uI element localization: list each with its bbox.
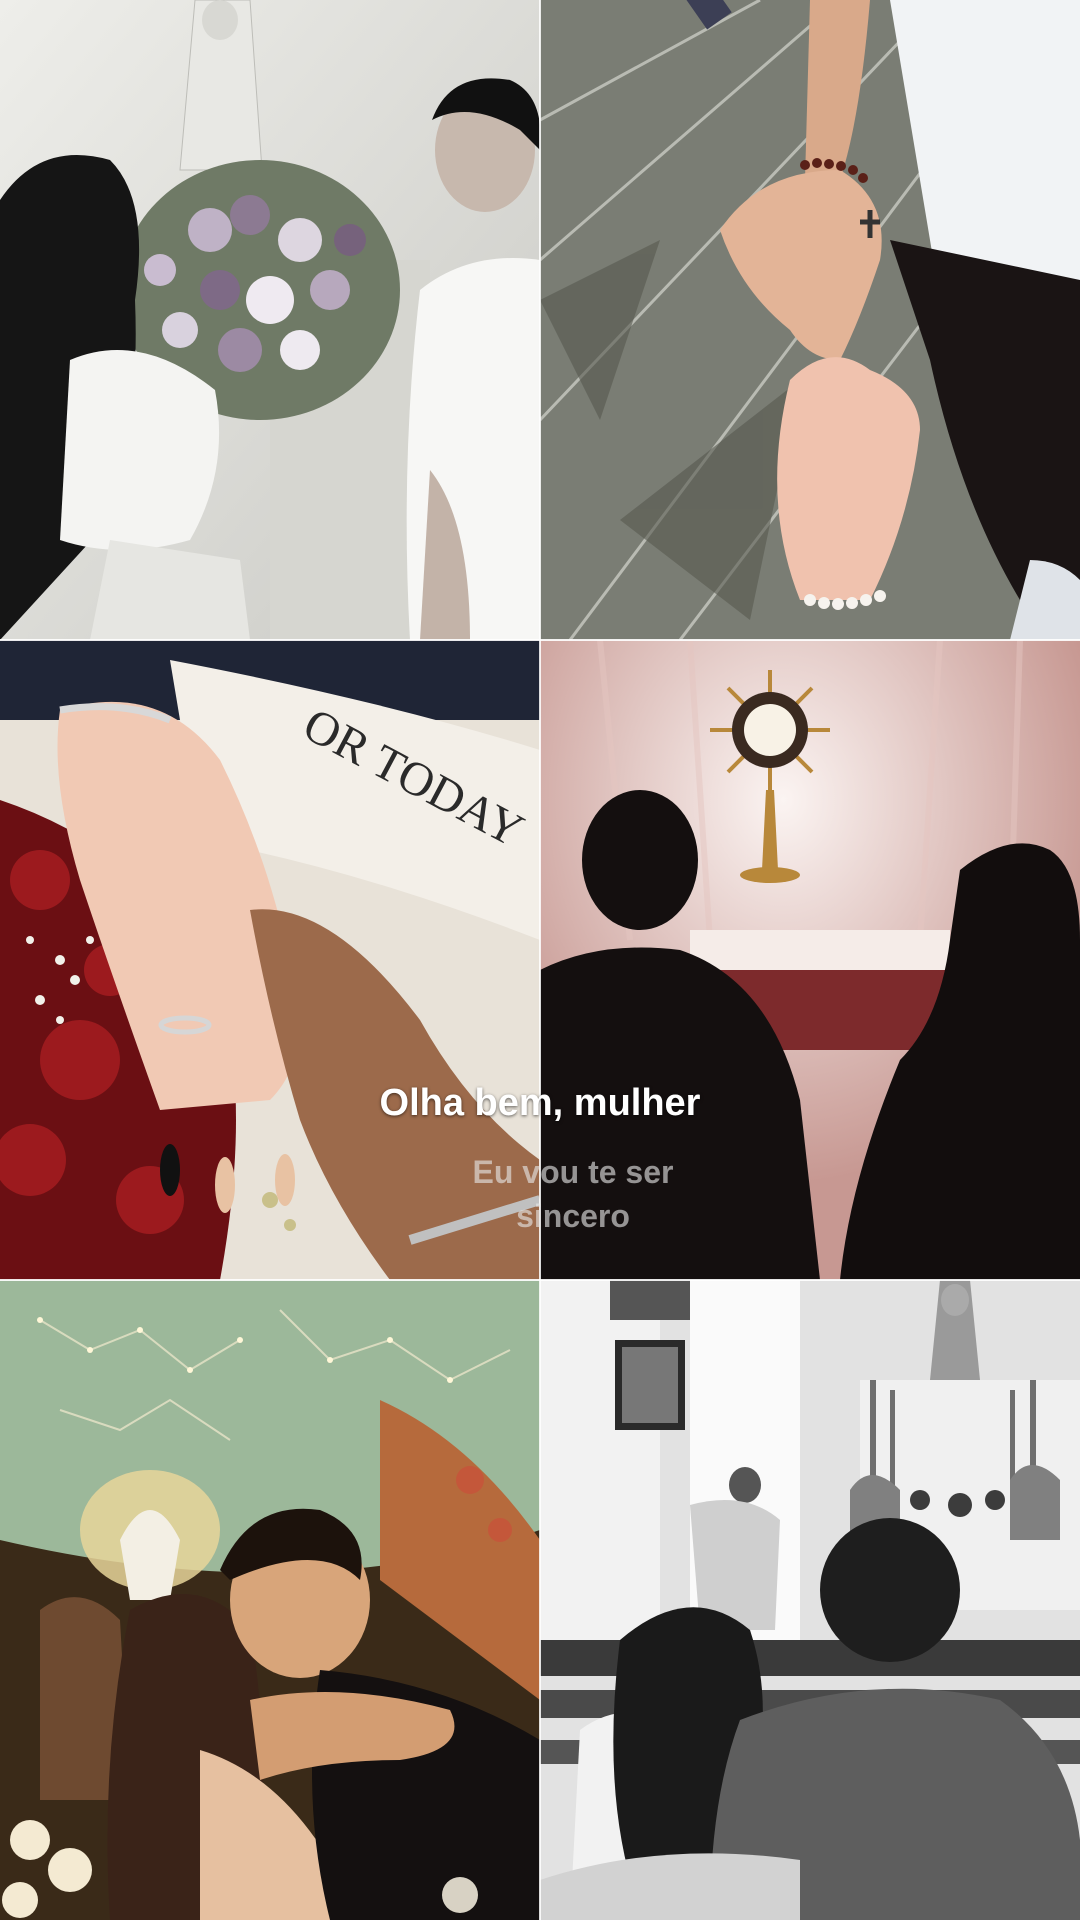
photo-hands-with-rosaries [540,0,1080,640]
photo-couple-at-statue [0,0,540,640]
collage-divider-horizontal-2 [0,1279,1080,1281]
lyric-next-line: Eu vou te ser sincero [472,1154,674,1234]
photo-couple-in-church-pew [540,1280,1080,1920]
lyric-current-line: Olha bem, mulher [379,1082,701,1124]
photo-couple-under-painted-ceiling [0,1280,540,1920]
collage-divider-vertical [539,0,541,1920]
collage-divider-horizontal-1 [0,639,1080,641]
